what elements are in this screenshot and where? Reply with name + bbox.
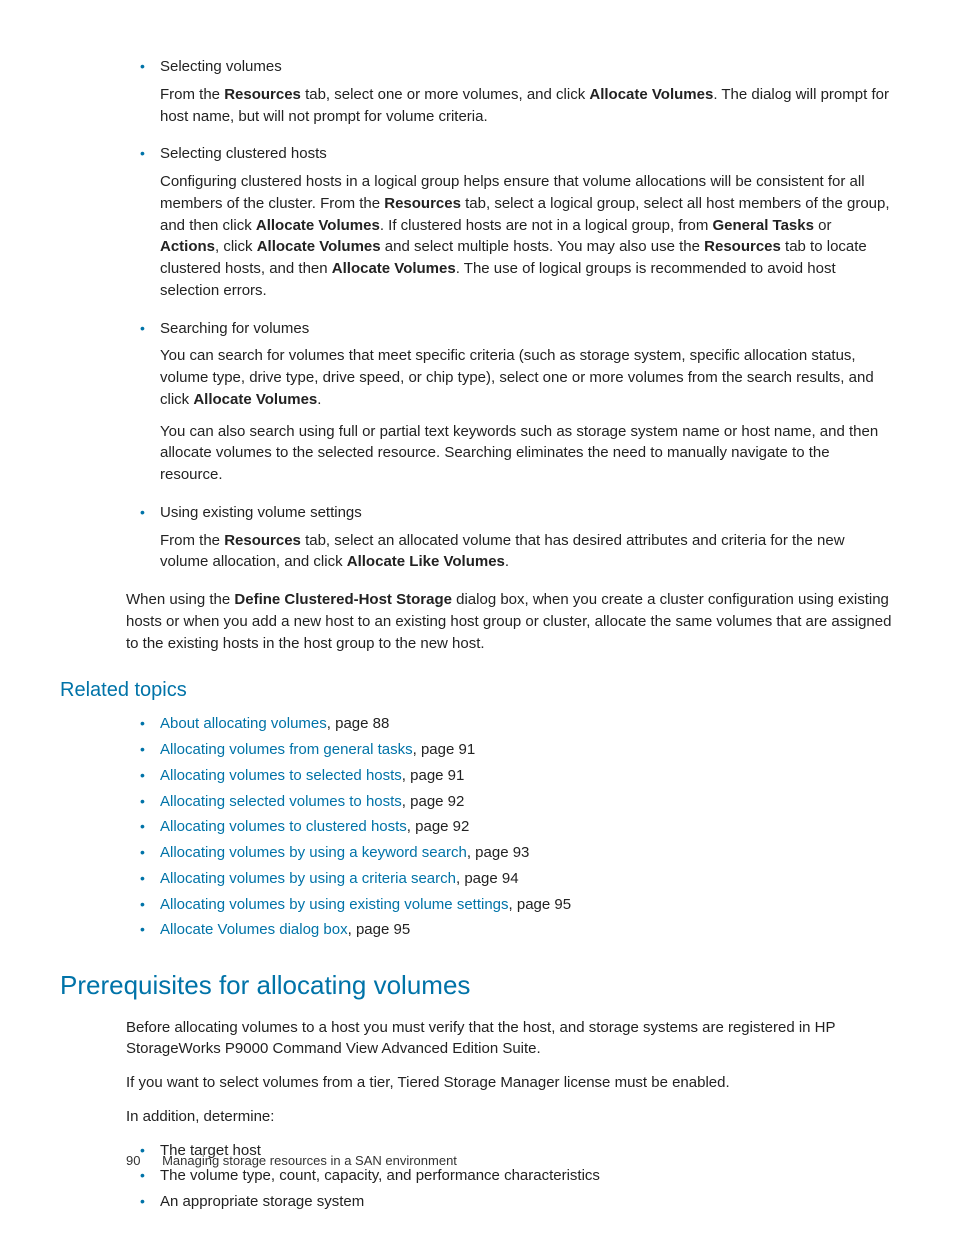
- related-topic-link[interactable]: Allocating volumes by using a criteria s…: [160, 870, 456, 887]
- related-topic-link[interactable]: Allocating volumes by using existing vol…: [160, 896, 509, 913]
- list-item: Using existing volume settings From the R…: [140, 502, 894, 573]
- related-topic-item: Allocating volumes to selected hosts, pa…: [140, 765, 894, 787]
- closing-paragraph: When using the Define Clustered-Host Sto…: [126, 589, 894, 654]
- related-topic-item: Allocating volumes by using existing vol…: [140, 894, 894, 916]
- related-topics-list: About allocating volumes, page 88 Allocat…: [126, 713, 894, 941]
- related-topic-link[interactable]: About allocating volumes: [160, 715, 327, 732]
- related-topic-item: Allocate Volumes dialog box, page 95: [140, 919, 894, 941]
- related-topic-item: Allocating volumes by using a criteria s…: [140, 868, 894, 890]
- list-item-paragraph: Configuring clustered hosts in a logical…: [160, 171, 894, 302]
- list-item: Selecting volumes From the Resources tab,…: [140, 56, 894, 127]
- related-topic-link[interactable]: Allocating volumes from general tasks: [160, 741, 413, 758]
- list-item-paragraph: You can also search using full or partia…: [160, 421, 894, 486]
- list-item-title: Searching for volumes: [160, 318, 894, 340]
- list-item-title: Selecting volumes: [160, 56, 894, 78]
- related-topic-item: Allocating selected volumes to hosts, pa…: [140, 791, 894, 813]
- related-topics-heading: Related topics: [60, 676, 894, 705]
- prereq-paragraph: In addition, determine:: [126, 1106, 894, 1128]
- related-topic-item: Allocating volumes from general tasks, p…: [140, 739, 894, 761]
- prereq-bullet-list: The target hostThe volume type, count, c…: [126, 1140, 894, 1213]
- list-item: Searching for volumes You can search for …: [140, 318, 894, 486]
- related-topic-item: Allocating volumes to clustered hosts, p…: [140, 816, 894, 838]
- section-heading: Prerequisites for allocating volumes: [60, 967, 894, 1005]
- page-footer: 90 Managing storage resources in a SAN e…: [126, 1152, 457, 1171]
- related-topic-item: Allocating volumes by using a keyword se…: [140, 842, 894, 864]
- list-item-title: Selecting clustered hosts: [160, 143, 894, 165]
- primary-bullet-list: Selecting volumes From the Resources tab,…: [126, 56, 894, 573]
- related-topic-link[interactable]: Allocating volumes to clustered hosts: [160, 818, 407, 835]
- related-topic-item: About allocating volumes, page 88: [140, 713, 894, 735]
- footer-title: Managing storage resources in a SAN envi…: [162, 1153, 457, 1168]
- list-item-paragraph: From the Resources tab, select an alloca…: [160, 530, 894, 574]
- list-item-paragraph: You can search for volumes that meet spe…: [160, 345, 894, 410]
- page-number: 90: [126, 1153, 140, 1168]
- list-item-title: Using existing volume settings: [160, 502, 894, 524]
- related-topic-link[interactable]: Allocate Volumes dialog box: [160, 921, 348, 938]
- prereq-paragraph: Before allocating volumes to a host you …: [126, 1017, 894, 1061]
- prereq-paragraph: If you want to select volumes from a tie…: [126, 1072, 894, 1094]
- list-item: Selecting clustered hosts Configuring clu…: [140, 143, 894, 301]
- prereq-item: An appropriate storage system: [140, 1191, 894, 1213]
- list-item-paragraph: From the Resources tab, select one or mo…: [160, 84, 894, 128]
- related-topic-link[interactable]: Allocating selected volumes to hosts: [160, 793, 402, 810]
- page-content: Selecting volumes From the Resources tab,…: [60, 56, 894, 1213]
- related-topic-link[interactable]: Allocating volumes by using a keyword se…: [160, 844, 467, 861]
- related-topic-link[interactable]: Allocating volumes to selected hosts: [160, 767, 402, 784]
